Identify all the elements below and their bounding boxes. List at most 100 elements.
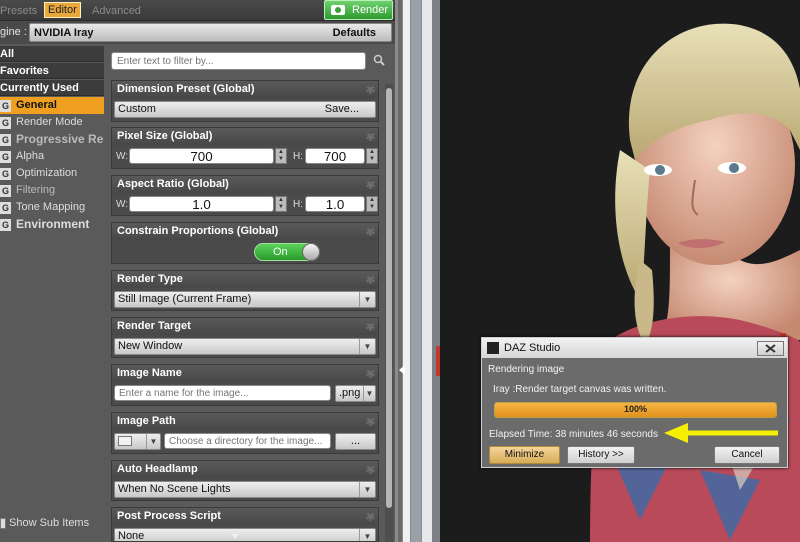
viewport-marker <box>436 346 440 376</box>
chevron-down-icon: ▼ <box>359 339 375 354</box>
post-process-select[interactable]: None ▼ <box>114 528 376 542</box>
combo-value: Custom <box>118 103 156 115</box>
prop-title: Post Process Script <box>117 510 221 522</box>
prop-title: Image Path <box>117 415 176 427</box>
filter-input[interactable] <box>111 52 366 70</box>
app-icon <box>487 342 499 354</box>
pane-splitter[interactable] <box>395 0 440 542</box>
prop-auto-headlamp: Auto Headlamp When No Scene Lights ▼ <box>111 460 379 501</box>
group-icon: G <box>0 202 11 214</box>
dialog-titlebar[interactable]: DAZ Studio <box>482 338 787 358</box>
folder-history-select[interactable]: ▼ <box>114 433 161 450</box>
settings-scrollbar[interactable] <box>385 84 393 542</box>
nav-item-alpha[interactable]: G Alpha <box>0 148 104 165</box>
gear-icon[interactable] <box>366 275 375 284</box>
dialog-title: DAZ Studio <box>504 342 561 354</box>
prop-dimension-preset: Dimension Preset (Global) Custom Save... <box>111 80 379 122</box>
engine-select[interactable]: NVIDIA Iray Defaults <box>29 23 392 42</box>
prop-title: Auto Headlamp <box>117 463 198 475</box>
gear-icon[interactable] <box>366 465 375 474</box>
nav-item-filtering[interactable]: G Filtering <box>0 182 104 199</box>
image-name-field[interactable] <box>114 385 331 401</box>
gear-icon[interactable] <box>366 512 375 521</box>
chevron-down-icon: ▼ <box>359 292 375 307</box>
pixel-width-stepper[interactable]: ▲ ▼ <box>275 148 287 164</box>
group-icon: G <box>0 168 11 180</box>
settings-nav: All Favorites Currently Used G General G… <box>0 46 104 542</box>
aspect-width-field[interactable] <box>129 196 274 212</box>
folder-icon <box>118 436 132 446</box>
nav-item-render-mode[interactable]: G Render Mode <box>0 114 104 131</box>
dock-arrow-icon[interactable] <box>231 534 239 540</box>
nav-item-environment[interactable]: G Environment <box>0 216 104 233</box>
gear-icon[interactable] <box>366 369 375 378</box>
nav-all[interactable]: All <box>0 46 104 62</box>
render-progress-bar: 100% <box>494 402 777 418</box>
prop-pixel-size: Pixel Size (Global) W: ▲▼ H: ▲▼ <box>111 127 379 169</box>
tab-presets[interactable]: Presets <box>0 4 37 18</box>
browse-button[interactable]: ... <box>335 433 376 450</box>
gear-icon[interactable] <box>366 85 375 94</box>
nav-favorites[interactable]: Favorites <box>0 63 104 79</box>
gear-icon[interactable] <box>366 322 375 331</box>
nav-currently-used[interactable]: Currently Used <box>0 80 104 96</box>
gear-icon[interactable] <box>366 132 375 141</box>
prop-image-name: Image Name .png ▼ <box>111 364 379 406</box>
render-target-select[interactable]: New Window ▼ <box>114 338 376 355</box>
engine-value: NVIDIA Iray <box>34 27 94 39</box>
group-icon: G <box>0 100 11 112</box>
constrain-toggle[interactable]: On <box>254 243 320 261</box>
history-button[interactable]: History >> <box>567 446 635 464</box>
render-progress-dialog: DAZ Studio Rendering image Iray :Render … <box>481 337 788 468</box>
gear-icon[interactable] <box>366 180 375 189</box>
aspect-height-stepper[interactable]: ▲ ▼ <box>366 196 378 212</box>
prop-render-type: Render Type Still Image (Current Frame) … <box>111 270 379 311</box>
aspect-height-field[interactable] <box>305 196 365 212</box>
chevron-down-icon: ▼ <box>359 482 375 497</box>
select-value: None <box>118 530 145 542</box>
search-icon[interactable] <box>373 54 385 66</box>
group-icon: G <box>0 151 11 163</box>
aspect-width-stepper[interactable]: ▲ ▼ <box>275 196 287 212</box>
close-button[interactable] <box>757 341 784 356</box>
render-type-select[interactable]: Still Image (Current Frame) ▼ <box>114 291 376 308</box>
render-button-label: Render <box>352 4 389 16</box>
scrollbar-thumb[interactable] <box>386 88 392 508</box>
prop-title: Dimension Preset (Global) <box>117 83 255 95</box>
pixel-height-field[interactable] <box>305 148 365 164</box>
nav-item-general[interactable]: G General <box>0 97 104 114</box>
nav-item-tone-mapping[interactable]: G Tone Mapping <box>0 199 104 216</box>
nav-item-label: Progressive Re... <box>16 132 104 146</box>
prop-render-target: Render Target New Window ▼ <box>111 317 379 358</box>
camera-icon <box>331 5 345 15</box>
tab-editor[interactable]: Editor <box>44 2 81 18</box>
pixel-width-field[interactable] <box>129 148 274 164</box>
toggle-knob <box>302 243 320 261</box>
image-path-field[interactable] <box>164 433 331 449</box>
collapse-arrow-icon[interactable] <box>399 365 406 375</box>
elapsed-time: Elapsed Time: 38 minutes 46 seconds <box>489 429 658 440</box>
defaults-button[interactable]: Defaults <box>333 27 376 39</box>
image-ext-select[interactable]: .png ▼ <box>335 385 376 402</box>
show-sub-items-checkbox[interactable]: Show Sub Items <box>0 517 104 531</box>
minimize-button[interactable]: Minimize <box>489 446 560 464</box>
nav-item-progressive[interactable]: G Progressive Re... <box>0 131 104 148</box>
nav-item-label: Environment <box>16 217 90 231</box>
tab-advanced[interactable]: Advanced <box>92 4 141 18</box>
gear-icon[interactable] <box>366 417 375 426</box>
prop-title: Pixel Size (Global) <box>117 130 213 142</box>
checkbox-icon <box>0 518 6 529</box>
toggle-label: On <box>273 246 288 258</box>
prop-title: Constrain Proportions (Global) <box>117 225 279 237</box>
save-button[interactable]: Save... <box>325 102 359 117</box>
dimension-preset-combo[interactable]: Custom Save... <box>114 101 376 118</box>
pixel-height-stepper[interactable]: ▲ ▼ <box>366 148 378 164</box>
nav-item-optimization[interactable]: G Optimization <box>0 165 104 182</box>
render-button[interactable]: Render <box>324 0 393 20</box>
prop-post-process-script: Post Process Script None ▼ <box>111 507 379 542</box>
auto-headlamp-select[interactable]: When No Scene Lights ▼ <box>114 481 376 498</box>
close-icon <box>765 344 776 353</box>
nav-item-label: Alpha <box>16 150 45 162</box>
gear-icon[interactable] <box>366 227 375 236</box>
cancel-button[interactable]: Cancel <box>714 446 780 464</box>
